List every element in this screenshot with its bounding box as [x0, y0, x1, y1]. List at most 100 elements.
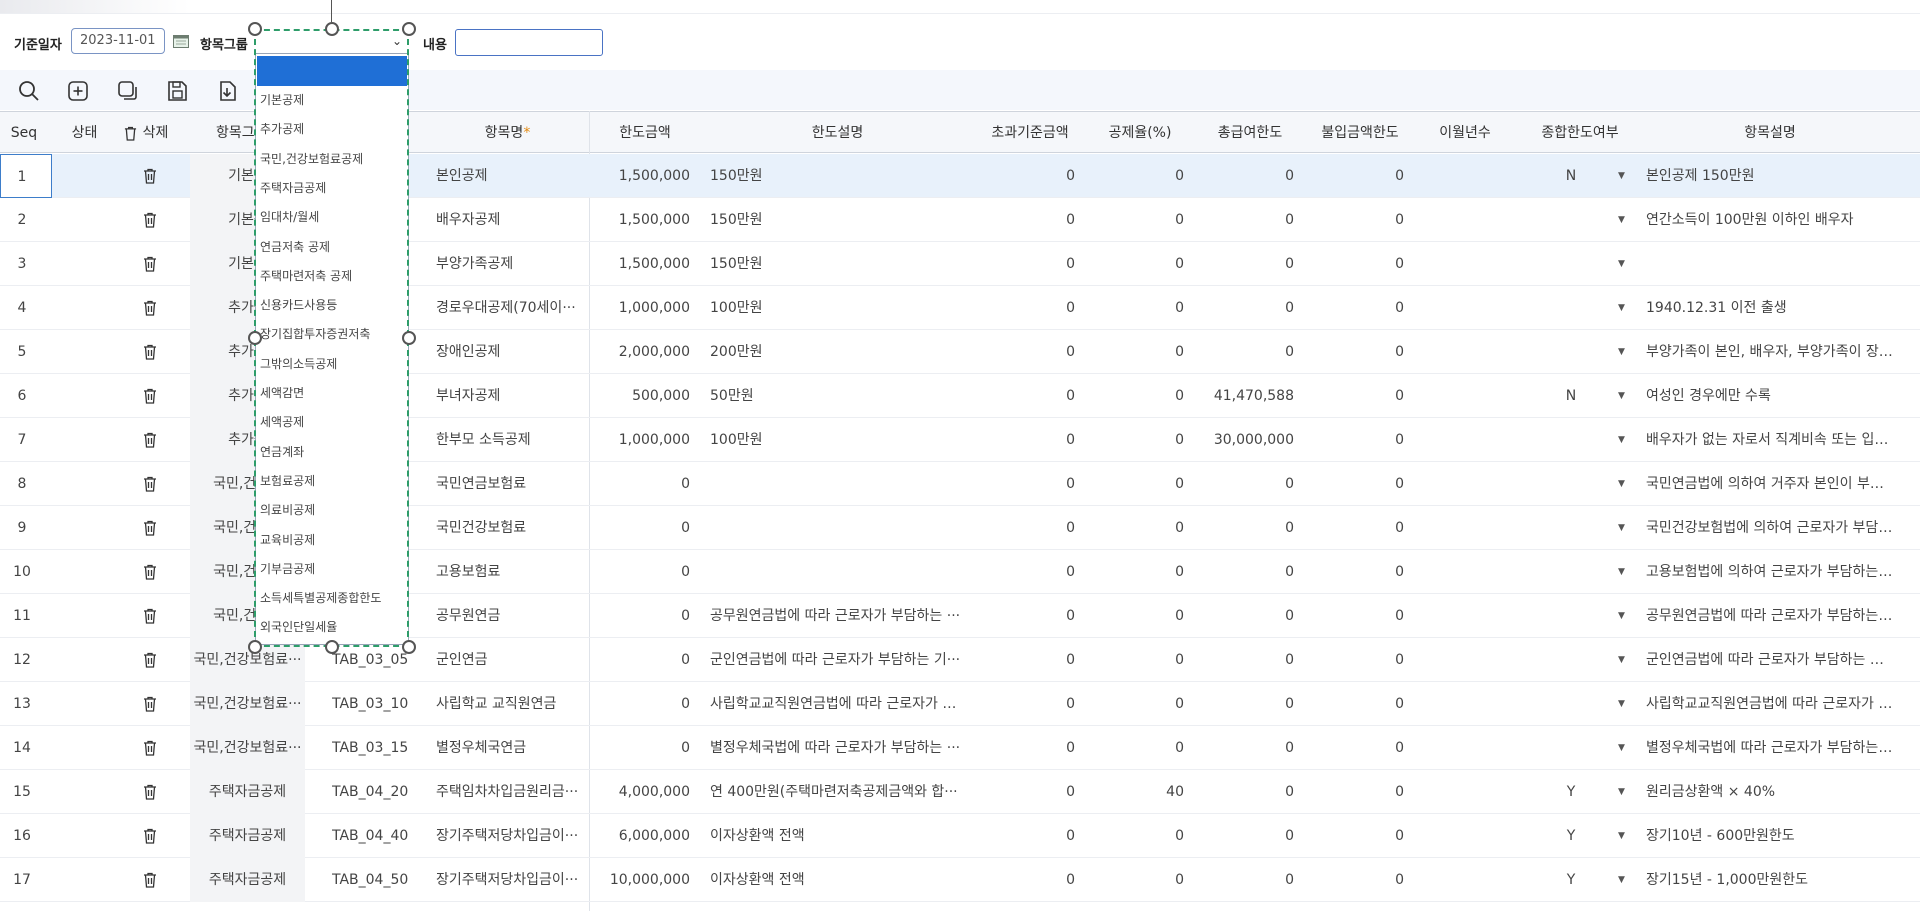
item-desc-cell[interactable]: 부양가족이 본인, 배우자, 부양가족이 장애··· — [1646, 330, 1896, 374]
deduction-rate-cell[interactable]: 0 — [1085, 330, 1184, 374]
trash-icon[interactable] — [143, 212, 157, 228]
limit-desc-cell[interactable]: 연 400만원(주택마련저축공제금액와 합··· — [710, 770, 968, 814]
limit-desc-cell[interactable]: 150만원 — [710, 198, 968, 242]
trash-icon[interactable] — [143, 696, 157, 712]
carryover-years-cell[interactable] — [1415, 198, 1515, 242]
limit-amount-cell[interactable]: 1,500,000 — [590, 198, 690, 242]
total-salary-limit-cell[interactable]: 0 — [1195, 550, 1294, 594]
combined-limit-dropdown-icon[interactable]: ▼ — [1618, 374, 1625, 418]
col-deduction-rate[interactable]: 공제율(%) — [1085, 112, 1195, 154]
group-cell[interactable]: 주택자금공제 — [190, 858, 305, 902]
trash-icon[interactable] — [143, 300, 157, 316]
combined-limit-dropdown-icon[interactable]: ▼ — [1618, 594, 1625, 638]
deduction-rate-cell[interactable]: 0 — [1085, 858, 1184, 902]
seq-cell[interactable]: 6 — [0, 374, 52, 418]
total-salary-limit-cell[interactable]: 0 — [1195, 726, 1294, 770]
limit-amount-cell[interactable]: 500,000 — [590, 374, 690, 418]
deduction-rate-cell[interactable]: 0 — [1085, 462, 1184, 506]
item-desc-cell[interactable]: 1940.12.31 이전 출생 — [1646, 286, 1896, 330]
item-desc-cell[interactable]: 원리금상환액 × 40% — [1646, 770, 1896, 814]
deduction-rate-cell[interactable]: 0 — [1085, 198, 1184, 242]
total-salary-limit-cell[interactable]: 0 — [1195, 770, 1294, 814]
status-cell[interactable] — [58, 858, 111, 902]
combined-limit-cell[interactable] — [1545, 550, 1597, 594]
total-salary-limit-cell[interactable]: 0 — [1195, 594, 1294, 638]
combined-limit-dropdown-icon[interactable]: ▼ — [1618, 286, 1625, 330]
deduction-rate-cell[interactable]: 0 — [1085, 814, 1184, 858]
total-salary-limit-cell[interactable]: 0 — [1195, 814, 1294, 858]
status-cell[interactable] — [58, 242, 111, 286]
save-icon[interactable] — [165, 79, 189, 103]
excess-base-cell[interactable]: 0 — [975, 726, 1075, 770]
dropdown-option[interactable]: 임대차/월세 — [260, 206, 319, 228]
dropdown-option[interactable]: 연금저축 공제 — [260, 236, 330, 258]
deduction-rate-cell[interactable]: 0 — [1085, 374, 1184, 418]
deduction-rate-cell[interactable]: 0 — [1085, 594, 1184, 638]
combined-limit-dropdown-icon[interactable]: ▼ — [1618, 814, 1625, 858]
seq-cell[interactable]: 16 — [0, 814, 52, 858]
dropdown-option[interactable]: 의료비공제 — [260, 499, 315, 521]
col-limit-amount[interactable]: 한도금액 — [590, 112, 700, 154]
limit-desc-cell[interactable]: 이자상환액 전액 — [710, 858, 968, 902]
status-cell[interactable] — [58, 198, 111, 242]
carryover-years-cell[interactable] — [1415, 154, 1515, 198]
limit-desc-cell[interactable]: 150만원 — [710, 154, 968, 198]
excess-base-cell[interactable]: 0 — [975, 242, 1075, 286]
dropdown-option[interactable]: 추가공제 — [260, 118, 304, 140]
group-cell[interactable]: 주택자금공제 — [190, 770, 305, 814]
name-cell[interactable]: 국민건강보험료 — [436, 506, 586, 550]
trash-icon[interactable] — [143, 256, 157, 272]
col-delete[interactable]: 삭제 — [111, 112, 181, 154]
limit-desc-cell[interactable] — [710, 506, 968, 550]
combined-limit-dropdown-icon[interactable]: ▼ — [1618, 330, 1625, 374]
content-input[interactable] — [455, 29, 603, 56]
item-desc-cell[interactable]: 장기15년 - 1,000만원한도 — [1646, 858, 1896, 902]
item-desc-cell[interactable]: 배우자가 없는 자로서 직계비속 또는 입양··· — [1646, 418, 1896, 462]
table-row[interactable]: 16 주택자금공제 TAB_04_40 장기주택저당차입금이··· 6,000,000 이… — [0, 814, 1920, 858]
combined-limit-cell[interactable] — [1545, 286, 1597, 330]
non-payment-limit-cell[interactable]: 0 — [1305, 506, 1404, 550]
name-cell[interactable]: 부녀자공제 — [436, 374, 586, 418]
carryover-years-cell[interactable] — [1415, 858, 1515, 902]
name-cell[interactable]: 사립학교 교직원연금 — [436, 682, 586, 726]
carryover-years-cell[interactable] — [1415, 770, 1515, 814]
resize-handle-right[interactable] — [402, 331, 416, 345]
limit-desc-cell[interactable]: 200만원 — [710, 330, 968, 374]
name-cell[interactable]: 별정우체국연금 — [436, 726, 586, 770]
non-payment-limit-cell[interactable]: 0 — [1305, 770, 1404, 814]
code-cell[interactable]: TAB_03_15 — [332, 726, 422, 770]
combined-limit-cell[interactable] — [1545, 418, 1597, 462]
status-cell[interactable] — [58, 682, 111, 726]
name-cell[interactable]: 고용보험료 — [436, 550, 586, 594]
combined-limit-cell[interactable]: Y — [1545, 770, 1597, 814]
non-payment-limit-cell[interactable]: 0 — [1305, 550, 1404, 594]
dropdown-option[interactable]: 신용카드사용등 — [260, 294, 337, 316]
excess-base-cell[interactable]: 0 — [975, 154, 1075, 198]
combined-limit-cell[interactable] — [1545, 198, 1597, 242]
combined-limit-dropdown-icon[interactable]: ▼ — [1618, 682, 1625, 726]
name-cell[interactable]: 본인공제 — [436, 154, 586, 198]
total-salary-limit-cell[interactable]: 0 — [1195, 198, 1294, 242]
status-cell[interactable] — [58, 330, 111, 374]
limit-desc-cell[interactable]: 별정우체국법에 따라 근로자가 부담하는 ··· — [710, 726, 968, 770]
deduction-rate-cell[interactable]: 40 — [1085, 770, 1184, 814]
name-cell[interactable]: 군인연금 — [436, 638, 586, 682]
carryover-years-cell[interactable] — [1415, 726, 1515, 770]
limit-amount-cell[interactable]: 0 — [590, 726, 690, 770]
non-payment-limit-cell[interactable]: 0 — [1305, 330, 1404, 374]
limit-desc-cell[interactable]: 100만원 — [710, 286, 968, 330]
status-cell[interactable] — [58, 374, 111, 418]
name-cell[interactable]: 부양가족공제 — [436, 242, 586, 286]
status-cell[interactable] — [58, 550, 111, 594]
deduction-rate-cell[interactable]: 0 — [1085, 242, 1184, 286]
seq-cell[interactable]: 12 — [0, 638, 52, 682]
combined-limit-cell[interactable] — [1545, 242, 1597, 286]
table-row[interactable]: 14 국민,건강보험료··· TAB_03_15 별정우체국연금 0 별정우체국법에 따라… — [0, 726, 1920, 770]
seq-cell[interactable]: 13 — [0, 682, 52, 726]
item-desc-cell[interactable]: 본인공제 150만원 — [1646, 154, 1896, 198]
trash-icon[interactable] — [143, 784, 157, 800]
non-payment-limit-cell[interactable]: 0 — [1305, 682, 1404, 726]
resize-handle-top[interactable] — [325, 22, 339, 36]
item-desc-cell[interactable]: 고용보험법에 의하여 근로자가 부담하는 ··· — [1646, 550, 1896, 594]
excess-base-cell[interactable]: 0 — [975, 198, 1075, 242]
